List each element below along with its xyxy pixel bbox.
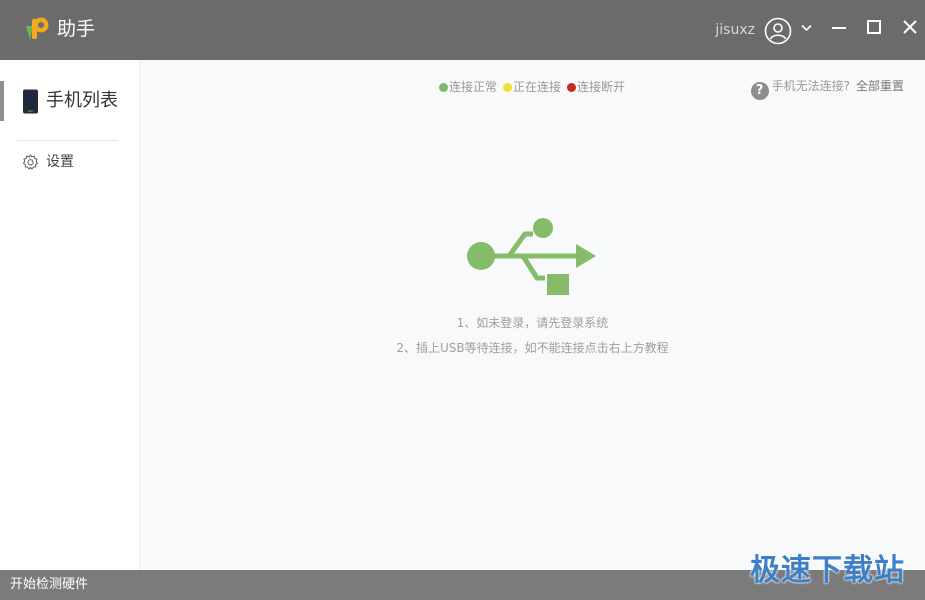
- title-bar[interactable]: 助手 jisuxz: [0, 0, 925, 60]
- sidebar-divider: [17, 140, 118, 141]
- sidebar-item-settings[interactable]: 设置: [0, 150, 139, 174]
- sidebar-item-phone-list[interactable]: 手机列表: [0, 81, 139, 121]
- usb-icon: [467, 218, 596, 295]
- legend-item-connected: 连接正常: [439, 79, 497, 95]
- help-circle-icon[interactable]: ?: [750, 82, 769, 100]
- reset-all-link[interactable]: 全部重置: [856, 79, 904, 93]
- active-indicator: [0, 81, 4, 121]
- status-dot-icon: [439, 83, 448, 92]
- legend-label: 正在连接: [513, 80, 562, 94]
- connection-legend: 连接正常 正在连接 连接断开: [439, 79, 631, 95]
- help-text[interactable]: 手机无法连接?: [772, 79, 850, 93]
- user-avatar-icon[interactable]: [764, 17, 792, 45]
- status-dot-icon: [503, 83, 513, 92]
- status-text: 开始检测硬件: [10, 577, 89, 592]
- sidebar-item-label: 设置: [46, 154, 74, 170]
- status-dot-icon: [567, 83, 577, 92]
- username-label[interactable]: jisuxz: [715, 21, 755, 39]
- app-title: 助手: [57, 18, 96, 40]
- maximize-icon[interactable]: [866, 19, 882, 35]
- close-icon[interactable]: [902, 19, 918, 35]
- legend-label: 连接断开: [577, 80, 626, 94]
- legend-item-connecting: 正在连接: [503, 79, 561, 95]
- sidebar-item-label: 手机列表: [46, 90, 118, 111]
- watermark-text: 极速下载站: [750, 553, 905, 588]
- instruction-line-2: 2、插上USB等待连接，如不能连接点击右上方教程: [396, 341, 669, 355]
- sidebar: 手机列表 设置: [0, 60, 140, 570]
- instruction-line-1: 1、如未登录，请先登录系统: [456, 316, 609, 330]
- legend-item-disconnected: 连接断开: [567, 79, 625, 95]
- help-bar: ? 手机无法连接? 全部重置: [750, 76, 904, 100]
- app-window: 助手 jisuxz 手机列表 设置 连接正常 正在连接 连接断开 ? 手机无法连…: [0, 0, 925, 600]
- legend-label: 连接正常: [449, 80, 498, 94]
- minimize-icon[interactable]: [831, 19, 847, 35]
- phone-icon: [23, 89, 38, 114]
- chevron-down-icon[interactable]: [801, 24, 812, 32]
- app-logo-icon: [26, 17, 49, 40]
- gear-icon: [22, 154, 39, 170]
